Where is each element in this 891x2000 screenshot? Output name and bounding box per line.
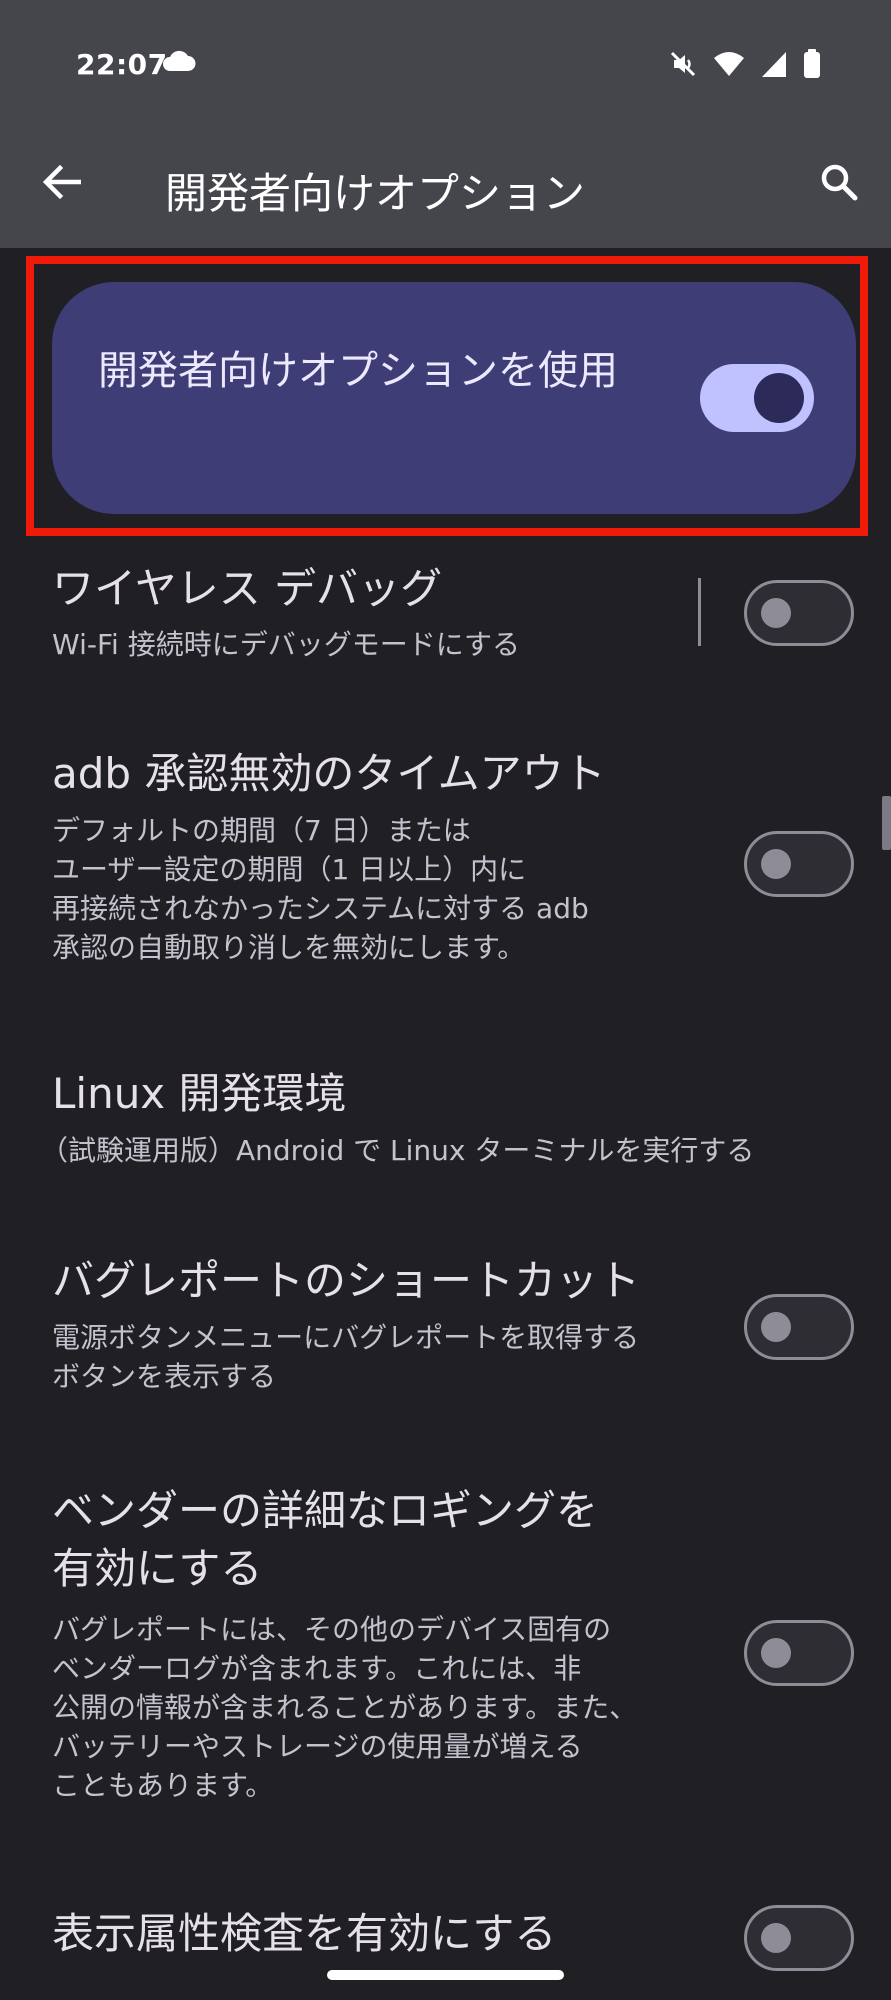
status-icons: [669, 48, 821, 80]
toggle-thumb: [761, 849, 791, 879]
toggle-thumb: [754, 373, 804, 423]
setting-linux-environment[interactable]: Linux 開発環境 （試験運用版）Android で Linux ターミナルを…: [0, 1065, 891, 1175]
toggle-thumb: [761, 598, 791, 628]
setting-title: バグレポートのショートカット: [52, 1256, 641, 1305]
gesture-navigation-bar[interactable]: [327, 1970, 564, 1980]
setting-summary: バグレポートには、その他のデバイス固有の ベンダーログが含まれます。これには、非…: [52, 1613, 638, 1802]
setting-adb-timeout[interactable]: adb 承認無効のタイムアウト デフォルトの期間（7 日）または ユーザー設定の…: [0, 745, 891, 985]
status-time: 22:07: [76, 48, 168, 81]
cloud-icon: [162, 50, 196, 72]
setting-summary: （試験運用版）Android で Linux ターミナルを実行する: [40, 1134, 755, 1167]
page-title: 開発者向けオプション: [165, 169, 586, 218]
setting-bugreport-shortcut[interactable]: バグレポートのショートカット 電源ボタンメニューにバグレポートを取得する ボタン…: [0, 1252, 891, 1412]
battery-icon: [803, 49, 821, 79]
setting-wireless-debugging[interactable]: ワイヤレス デバッグ Wi-Fi 接続時にデバッグモードにする: [0, 560, 891, 670]
setting-title: ベンダーの詳細なロギングを 有効にする: [52, 1486, 599, 1593]
mute-icon: [669, 50, 697, 78]
search-button[interactable]: [807, 152, 871, 216]
search-icon: [820, 163, 858, 205]
status-bar: 22:07: [0, 28, 891, 100]
toggle-thumb: [761, 1923, 791, 1953]
app-bar: 開発者向けオプション: [0, 140, 891, 230]
setting-summary: 電源ボタンメニューにバグレポートを取得する ボタンを表示する: [52, 1321, 640, 1393]
cell-signal-icon: [761, 50, 787, 78]
wifi-icon: [713, 51, 745, 77]
toggle-thumb: [761, 1312, 791, 1342]
setting-title: adb 承認無効のタイムアウト: [52, 749, 606, 798]
setting-summary: デフォルトの期間（7 日）または ユーザー設定の期間（1 日以上）内に 再接続さ…: [52, 814, 589, 964]
arrow-back-icon: [42, 164, 82, 203]
adb-timeout-toggle[interactable]: [744, 831, 854, 897]
toggle-thumb: [761, 1638, 791, 1668]
view-attribute-toggle[interactable]: [744, 1905, 854, 1971]
wireless-debugging-toggle[interactable]: [744, 580, 854, 646]
setting-vendor-logging[interactable]: ベンダーの詳細なロギングを 有効にする バグレポートには、その他のデバイス固有の…: [0, 1482, 891, 1822]
master-switch-label: 開発者向けオプションを使用: [98, 348, 618, 394]
setting-title: ワイヤレス デバッグ: [52, 564, 443, 613]
setting-summary: Wi-Fi 接続時にデバッグモードにする: [52, 628, 520, 661]
setting-title: Linux 開発環境: [52, 1069, 347, 1118]
master-switch-card[interactable]: 開発者向けオプションを使用: [52, 282, 856, 514]
bugreport-shortcut-toggle[interactable]: [744, 1294, 854, 1360]
scrollbar[interactable]: [882, 796, 891, 850]
master-switch-toggle[interactable]: [700, 364, 814, 432]
back-button[interactable]: [30, 152, 94, 216]
setting-title: 表示属性検査を有効にする: [52, 1909, 557, 1958]
divider: [698, 578, 701, 646]
setting-view-attribute-inspection[interactable]: 表示属性検査を有効にする: [0, 1905, 891, 1975]
vendor-logging-toggle[interactable]: [744, 1620, 854, 1686]
